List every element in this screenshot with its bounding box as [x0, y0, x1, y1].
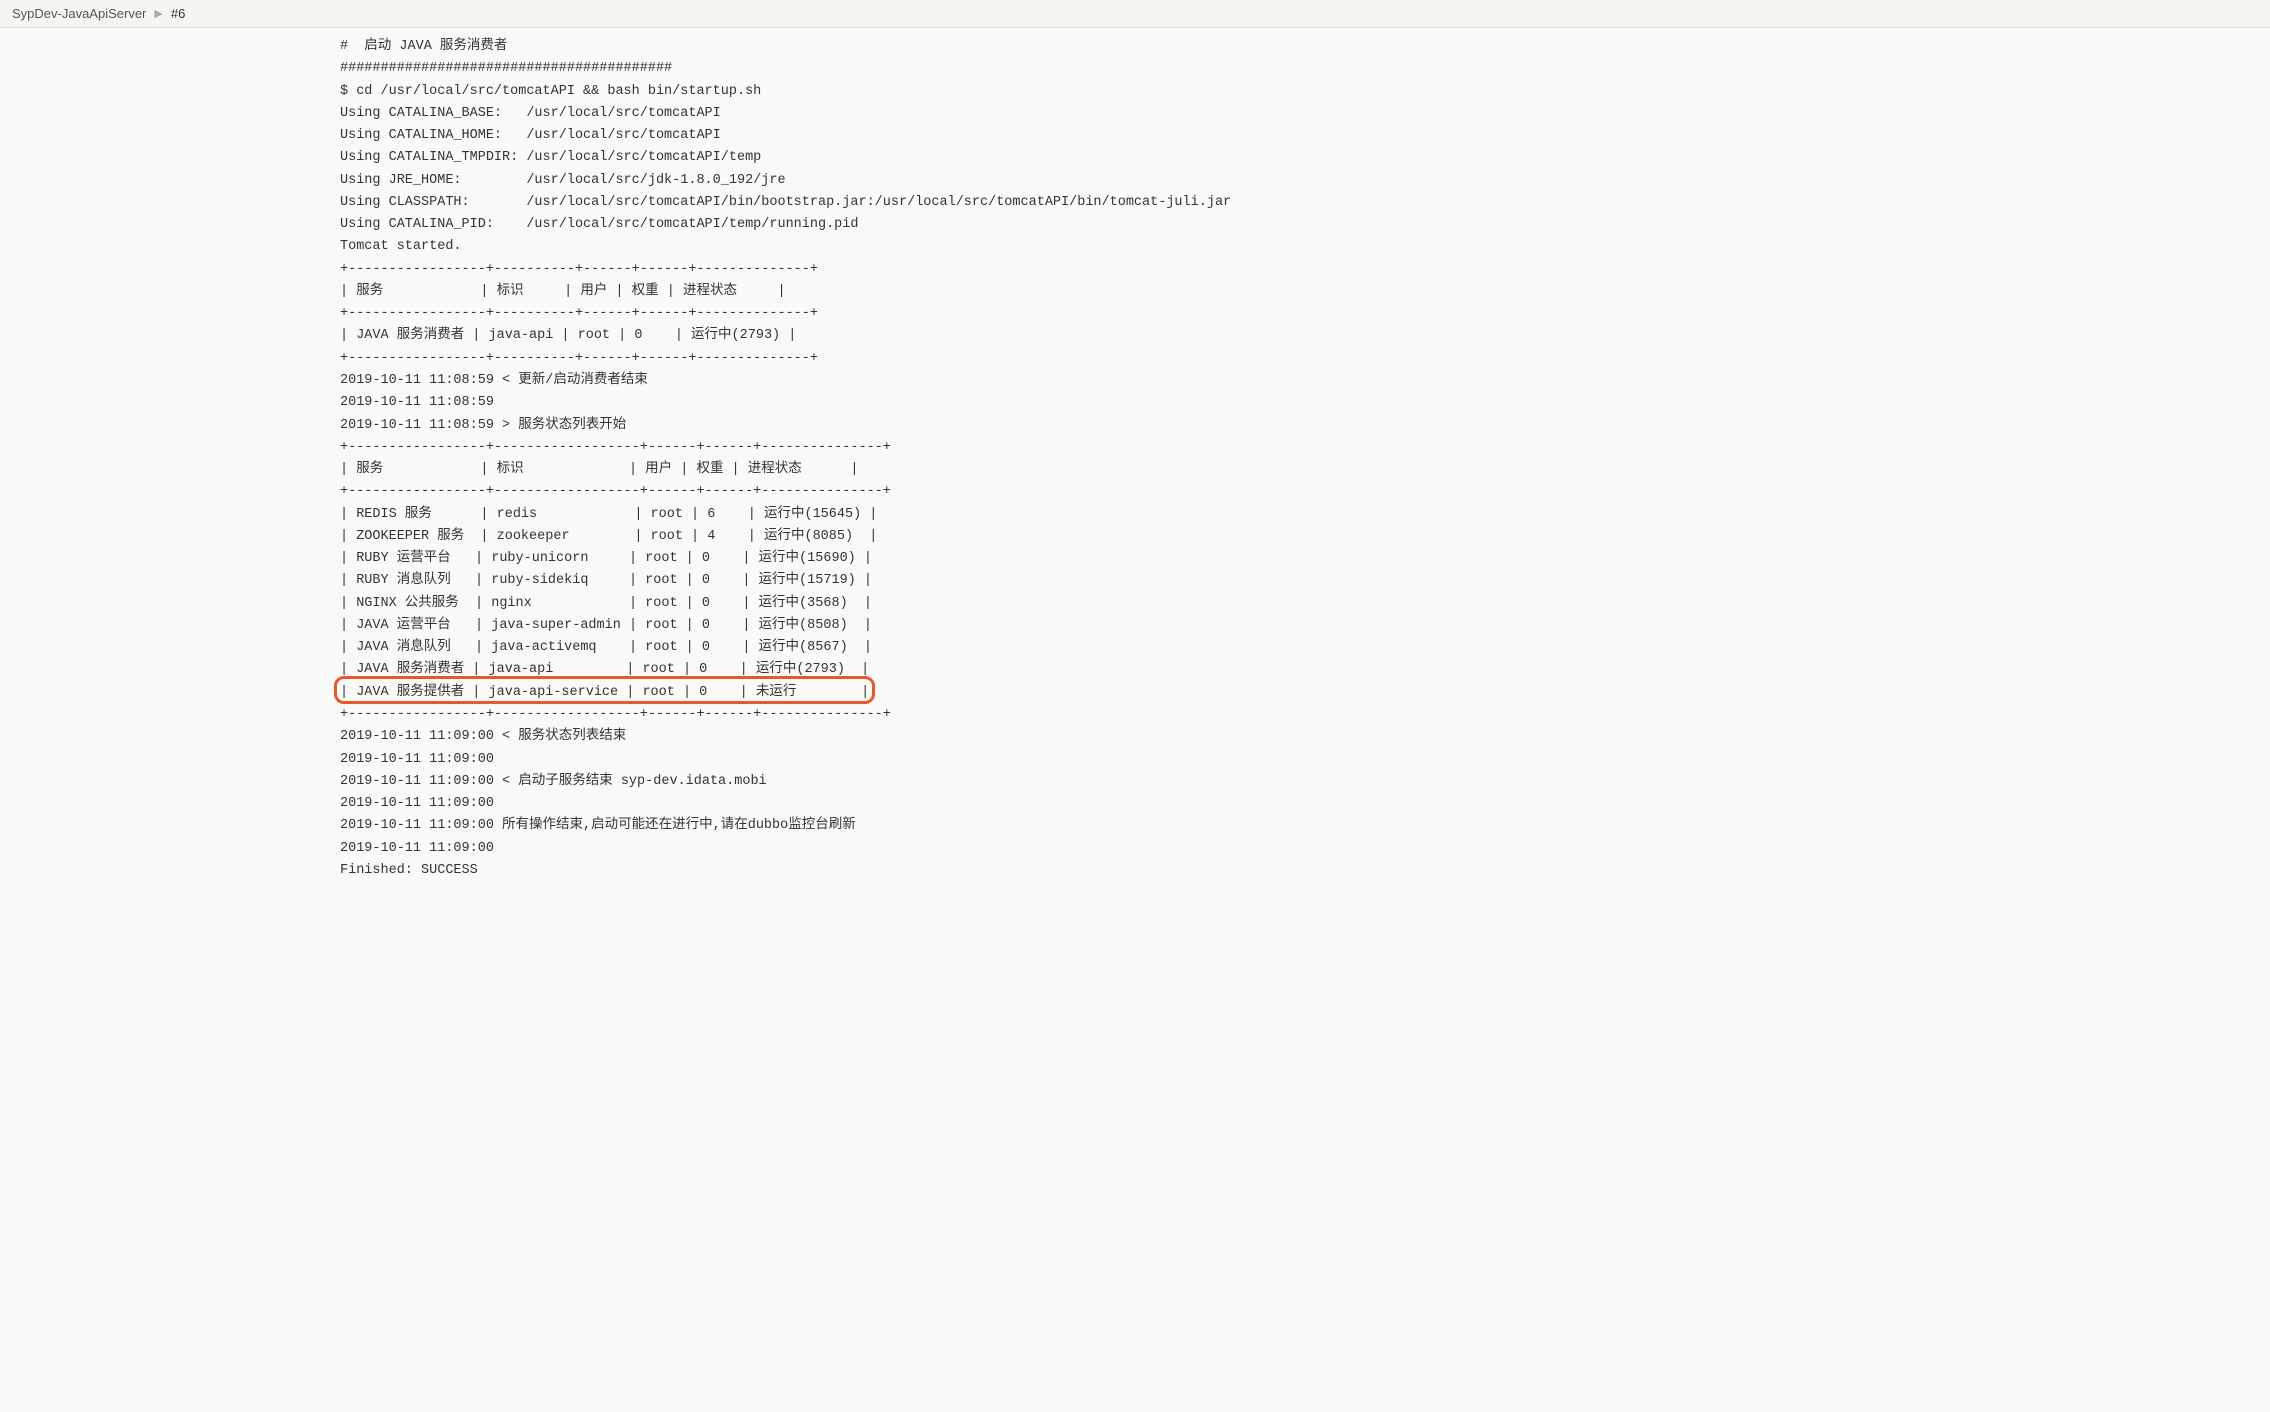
console-line: 2019-10-11 11:08:59 > 服务状态列表开始	[340, 418, 626, 433]
console-line: | 服务 | 标识 | 用户 | 权重 | 进程状态 |	[340, 284, 786, 299]
console-wrapper: # 启动 JAVA 服务消费者 ########################…	[0, 28, 2270, 902]
console-line: | ZOOKEEPER 服务 | zookeeper | root | 4 | …	[340, 529, 877, 544]
chevron-right-icon: ▶	[154, 7, 162, 20]
console-line: +-----------------+------------------+--…	[340, 440, 891, 455]
console-line: 2019-10-11 11:09:00 所有操作结束,启动可能还在进行中,请在d…	[340, 818, 856, 833]
console-line: | JAVA 消息队列 | java-activemq | root | 0 |…	[340, 640, 872, 655]
console-line: | RUBY 消息队列 | ruby-sidekiq | root | 0 | …	[340, 573, 872, 588]
console-line: | REDIS 服务 | redis | root | 6 | 运行中(1564…	[340, 507, 877, 522]
console-line: ########################################…	[340, 61, 672, 76]
console-line: +-----------------+----------+------+---…	[340, 306, 818, 321]
console-line: $ cd /usr/local/src/tomcatAPI && bash bi…	[340, 84, 761, 99]
console-line: 2019-10-11 11:08:59 < 更新/启动消费者结束	[340, 373, 648, 388]
console-line: 2019-10-11 11:08:59	[340, 395, 494, 410]
console-line: 2019-10-11 11:09:00	[340, 796, 494, 811]
console-line: Using CLASSPATH: /usr/local/src/tomcatAP…	[340, 195, 1231, 210]
console-line: | NGINX 公共服务 | nginx | root | 0 | 运行中(35…	[340, 596, 872, 611]
console-line: | JAVA 运营平台 | java-super-admin | root | …	[340, 618, 872, 633]
breadcrumb: SypDev-JavaApiServer ▶ #6	[0, 0, 2270, 28]
console-line: 2019-10-11 11:09:00	[340, 752, 494, 767]
console-line: Using CATALINA_PID: /usr/local/src/tomca…	[340, 217, 858, 232]
console-line: | JAVA 服务消费者 | java-api | root | 0 | 运行中…	[340, 662, 869, 677]
console-line: Using CATALINA_TMPDIR: /usr/local/src/to…	[340, 150, 761, 165]
console-output: # 启动 JAVA 服务消费者 ########################…	[0, 28, 2270, 902]
console-line: | RUBY 运营平台 | ruby-unicorn | root | 0 | …	[340, 551, 872, 566]
console-output-panel: # 启动 JAVA 服务消费者 ########################…	[0, 28, 2270, 902]
console-line: Using CATALINA_BASE: /usr/local/src/tomc…	[340, 106, 721, 121]
console-line: +-----------------+----------+------+---…	[340, 351, 818, 366]
breadcrumb-build-number: #6	[171, 6, 185, 21]
console-line: Using JRE_HOME: /usr/local/src/jdk-1.8.0…	[340, 173, 786, 188]
console-line: # 启动 JAVA 服务消费者	[340, 39, 507, 54]
console-line: +-----------------+------------------+--…	[340, 707, 891, 722]
console-line: | 服务 | 标识 | 用户 | 权重 | 进程状态 |	[340, 462, 858, 477]
console-line: +-----------------+----------+------+---…	[340, 262, 818, 277]
console-line: Tomcat started.	[340, 239, 462, 254]
console-line: Finished: SUCCESS	[340, 863, 478, 878]
console-line: | JAVA 服务消费者 | java-api | root | 0 | 运行中…	[340, 328, 796, 343]
breadcrumb-project-link[interactable]: SypDev-JavaApiServer	[12, 6, 146, 21]
console-line: Using CATALINA_HOME: /usr/local/src/tomc…	[340, 128, 721, 143]
console-line: 2019-10-11 11:09:00 < 启动子服务结束 syp-dev.id…	[340, 774, 767, 789]
console-line: 2019-10-11 11:09:00	[340, 841, 494, 856]
console-line: 2019-10-11 11:09:00 < 服务状态列表结束	[340, 729, 626, 744]
console-line: | JAVA 服务提供者 | java-api-service | root |…	[340, 685, 869, 700]
console-line: +-----------------+------------------+--…	[340, 484, 891, 499]
